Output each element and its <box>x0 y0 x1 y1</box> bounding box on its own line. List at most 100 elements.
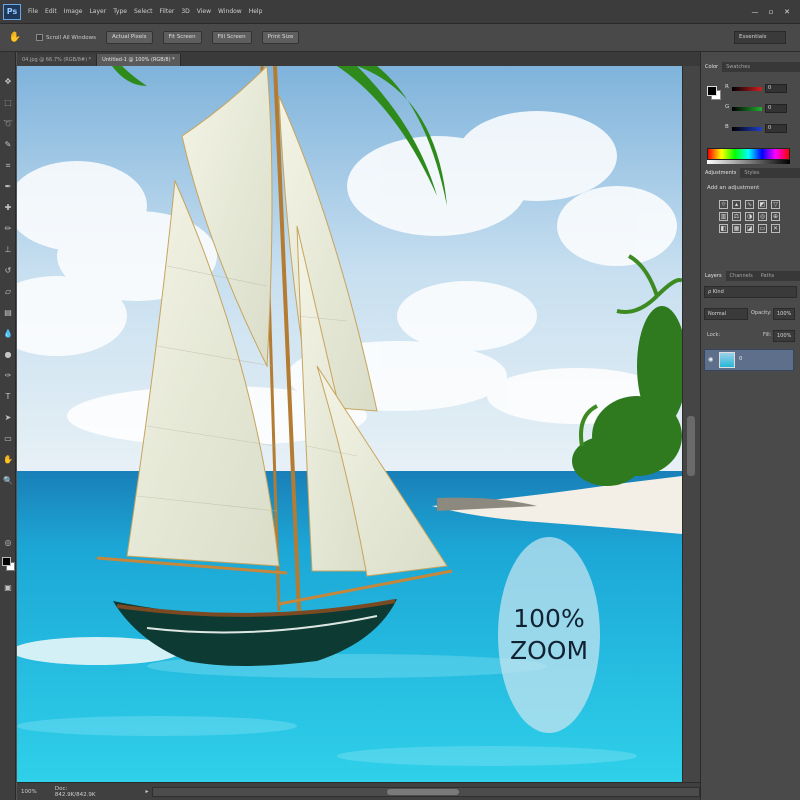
zoom-level-field[interactable]: 100% <box>21 789 41 795</box>
fit-screen-button[interactable]: Fit Screen <box>162 31 202 44</box>
status-bar: 100% Doc: 842.9K/842.9K ▸ <box>17 782 700 800</box>
color-balance-icon[interactable]: ⚖ <box>732 212 741 221</box>
slider-green-label: G <box>725 104 730 110</box>
status-menu-arrow-icon[interactable]: ▸ <box>145 788 148 795</box>
menu-view[interactable]: View <box>197 8 211 15</box>
lasso-tool-icon[interactable]: ➰ <box>2 118 14 130</box>
black-white-icon[interactable]: ◑ <box>745 212 754 221</box>
opacity-label: Opacity: <box>751 310 772 316</box>
color-spectrum[interactable] <box>707 148 790 160</box>
eraser-tool-icon[interactable]: ▱ <box>2 286 14 298</box>
opacity-field[interactable]: 100% <box>773 308 795 320</box>
levels-icon[interactable]: ▴ <box>732 200 741 209</box>
brush-tool-icon[interactable]: ✏ <box>2 223 14 235</box>
print-size-button[interactable]: Print Size <box>261 31 300 44</box>
restore-icon[interactable]: ▫ <box>766 7 776 17</box>
slider-red-value[interactable]: 0 <box>765 84 787 93</box>
gradient-map-icon[interactable]: ▭ <box>758 224 767 233</box>
workspace-select[interactable]: Essentials <box>734 31 786 44</box>
tab-document-untitled[interactable]: Untitled-1 @ 100% (RGB/8) * <box>97 54 181 66</box>
channel-mixer-icon[interactable]: ⊕ <box>771 212 780 221</box>
crop-tool-icon[interactable]: ⌗ <box>2 160 14 172</box>
brightness-icon[interactable]: ☼ <box>719 200 728 209</box>
tab-document-04[interactable]: 04.jpg @ 66.7% (RGB/8#) * <box>17 54 98 66</box>
menu-filter[interactable]: Filter <box>160 8 175 15</box>
menu-select[interactable]: Select <box>134 8 153 15</box>
window-controls: — ▫ ✕ <box>750 7 792 17</box>
tab-styles[interactable]: Styles <box>740 168 763 178</box>
scroll-all-windows-checkbox[interactable] <box>36 34 43 41</box>
hue-saturation-icon[interactable]: ▥ <box>719 212 728 221</box>
foreground-color-chip[interactable] <box>707 86 717 96</box>
minimize-icon[interactable]: — <box>750 7 760 17</box>
curves-icon[interactable]: ∿ <box>745 200 754 209</box>
foreground-color-swatch[interactable] <box>2 557 11 566</box>
close-icon[interactable]: ✕ <box>782 7 792 17</box>
hand-tool-panel-icon[interactable]: ✋ <box>2 454 14 466</box>
slider-blue-value[interactable]: 0 <box>765 124 787 133</box>
blend-mode-select[interactable]: Normal <box>704 308 748 320</box>
menu-type[interactable]: Type <box>113 8 127 15</box>
menu-3d[interactable]: 3D <box>181 8 189 15</box>
fill-label: Fill: <box>763 332 772 338</box>
fill-screen-button[interactable]: Fill Screen <box>211 31 252 44</box>
document-canvas[interactable]: 100% ZOOM <box>17 66 682 782</box>
menu-layer[interactable]: Layer <box>89 8 106 15</box>
tab-color[interactable]: Color <box>701 62 723 72</box>
eyedropper-tool-icon[interactable]: ✒ <box>2 181 14 193</box>
threshold-icon[interactable]: ◪ <box>745 224 754 233</box>
vertical-scroll-thumb[interactable] <box>687 416 695 476</box>
actual-pixels-button[interactable]: Actual Pixels <box>105 31 153 44</box>
screen-mode-icon[interactable]: ▣ <box>2 582 14 594</box>
menu-window[interactable]: Window <box>218 8 242 15</box>
slider-green-value[interactable]: 0 <box>765 104 787 113</box>
vibrance-icon[interactable]: ▽ <box>771 200 780 209</box>
tab-channels[interactable]: Channels <box>726 271 757 281</box>
hand-tool-icon[interactable]: ✋ <box>8 31 22 45</box>
tab-layers[interactable]: Layers <box>701 271 726 281</box>
color-shade-bar[interactable] <box>707 160 790 164</box>
quick-mask-icon[interactable]: ◎ <box>2 537 14 549</box>
slider-blue-track[interactable] <box>732 127 762 131</box>
layer-name[interactable]: 0 <box>739 356 742 362</box>
tab-swatches[interactable]: Swatches <box>722 62 754 72</box>
menu-help[interactable]: Help <box>249 8 263 15</box>
slider-green-track[interactable] <box>732 107 762 111</box>
menu-edit[interactable]: Edit <box>45 8 57 15</box>
slider-green[interactable]: G 0 <box>725 104 797 114</box>
adjustments-title: Add an adjustment <box>707 185 760 191</box>
tab-paths[interactable]: Paths <box>757 271 779 281</box>
vertical-scrollbar[interactable] <box>682 66 700 782</box>
invert-icon[interactable]: ◧ <box>719 224 728 233</box>
pen-tool-icon[interactable]: ✑ <box>2 370 14 382</box>
history-brush-tool-icon[interactable]: ↺ <box>2 265 14 277</box>
slider-red-track[interactable] <box>732 87 762 91</box>
type-tool-icon[interactable]: T <box>2 391 14 403</box>
horizontal-scroll-thumb[interactable] <box>387 788 460 795</box>
exposure-icon[interactable]: ◩ <box>758 200 767 209</box>
posterize-icon[interactable]: ▦ <box>732 224 741 233</box>
menu-image[interactable]: Image <box>64 8 83 15</box>
blur-tool-icon[interactable]: 💧 <box>2 328 14 340</box>
clone-stamp-tool-icon[interactable]: ⊥ <box>2 244 14 256</box>
path-select-tool-icon[interactable]: ➤ <box>2 412 14 424</box>
dodge-tool-icon[interactable]: ● <box>2 349 14 361</box>
shape-tool-icon[interactable]: ▭ <box>2 433 14 445</box>
menu-file[interactable]: File <box>28 8 38 15</box>
slider-red[interactable]: R 0 <box>725 84 797 94</box>
move-tool-icon[interactable]: ✥ <box>2 76 14 88</box>
quick-select-tool-icon[interactable]: ✎ <box>2 139 14 151</box>
gradient-tool-icon[interactable]: ▤ <box>2 307 14 319</box>
eye-visibility-icon[interactable]: ◉ <box>708 356 716 364</box>
layer-kind-filter[interactable]: ρ Kind <box>704 286 797 298</box>
layer-row[interactable]: ◉ 0 <box>704 349 794 371</box>
horizontal-scrollbar[interactable] <box>152 786 700 797</box>
marquee-tool-icon[interactable]: ⬚ <box>2 97 14 109</box>
selective-color-icon[interactable]: ✕ <box>771 224 780 233</box>
tab-adjustments[interactable]: Adjustments <box>701 168 741 178</box>
zoom-tool-icon[interactable]: 🔍 <box>2 475 14 487</box>
fill-field[interactable]: 100% <box>773 330 795 342</box>
photo-filter-icon[interactable]: ◎ <box>758 212 767 221</box>
slider-blue[interactable]: B 0 <box>725 124 797 134</box>
healing-brush-tool-icon[interactable]: ✚ <box>2 202 14 214</box>
